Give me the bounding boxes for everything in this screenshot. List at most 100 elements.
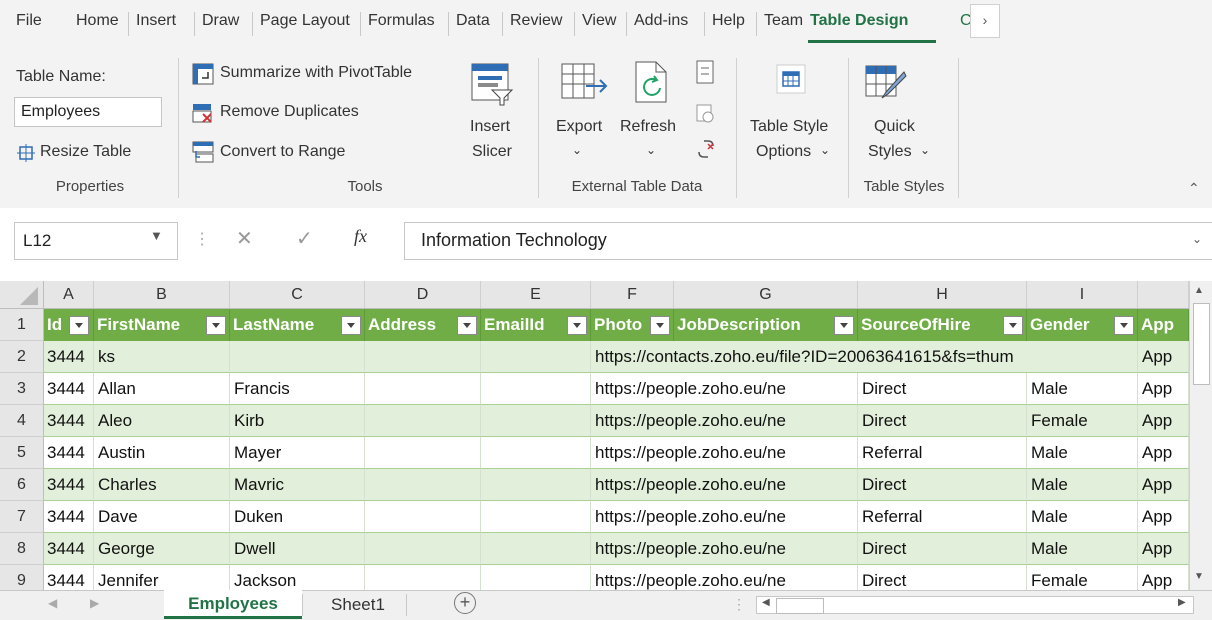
column-header-c[interactable]: C	[230, 281, 365, 309]
tab-team[interactable]: Team	[764, 12, 803, 30]
cell-id[interactable]: 3444	[44, 469, 94, 501]
cell-firstname[interactable]: George	[94, 533, 230, 565]
table-header-address[interactable]: Address	[365, 309, 481, 341]
table-header-firstname[interactable]: FirstName	[94, 309, 230, 341]
tab-home[interactable]: Home	[76, 12, 119, 30]
quick-styles-label-1[interactable]: Quick	[874, 118, 915, 136]
cell-lastname[interactable]: Duken	[230, 501, 365, 533]
cell-gender[interactable]: Male	[1027, 437, 1138, 469]
column-header-a[interactable]: A	[44, 281, 94, 309]
column-header-b[interactable]: B	[94, 281, 230, 309]
tab-insert[interactable]: Insert	[136, 12, 176, 30]
cell-app[interactable]: App	[1138, 341, 1189, 373]
cell-address[interactable]	[365, 533, 481, 565]
tab-file[interactable]: File	[16, 12, 42, 30]
cell-sourceofhire[interactable]: Direct	[858, 533, 1027, 565]
cell-emailid[interactable]	[481, 341, 591, 373]
next-sheet-icon[interactable]: ▶	[90, 596, 99, 610]
expand-formula-bar-icon[interactable]: ⌄	[1192, 232, 1202, 246]
table-style-options-label-2[interactable]: Options	[756, 143, 811, 161]
name-box-dropdown-icon[interactable]: ▼	[150, 228, 163, 243]
cell-lastname[interactable]	[230, 341, 365, 373]
cell-address[interactable]	[365, 341, 481, 373]
tab-page-layout[interactable]: Page Layout	[260, 12, 350, 30]
cell-emailid[interactable]	[481, 437, 591, 469]
table-header-sourceofhire[interactable]: SourceOfHire	[858, 309, 1027, 341]
summarize-pivottable-button[interactable]: Summarize with PivotTable	[220, 64, 412, 82]
cell-address[interactable]	[365, 373, 481, 405]
cell-lastname[interactable]: Mavric	[230, 469, 365, 501]
enter-formula-icon[interactable]: ✓	[296, 226, 313, 251]
cell-address[interactable]	[365, 405, 481, 437]
filter-dropdown-icon[interactable]	[1003, 316, 1023, 335]
cell-emailid[interactable]	[481, 533, 591, 565]
scroll-up-icon[interactable]: ▲	[1194, 285, 1204, 296]
scroll-down-icon[interactable]: ▼	[1194, 571, 1204, 582]
filter-dropdown-icon[interactable]	[457, 316, 477, 335]
column-header-g[interactable]: G	[674, 281, 858, 309]
cell-photo[interactable]: https://contacts.zoho.eu/file?ID=2006364…	[591, 341, 1138, 373]
export-chevron-icon[interactable]: ⌄	[572, 143, 582, 157]
cell-emailid[interactable]	[481, 469, 591, 501]
cell-gender[interactable]: Male	[1027, 469, 1138, 501]
row-header-3[interactable]: 3	[0, 373, 44, 405]
cell-photo[interactable]: https://people.zoho.eu/ne	[591, 373, 858, 405]
vertical-scroll-thumb[interactable]	[1193, 303, 1210, 385]
tab-add-ins[interactable]: Add-ins	[634, 12, 688, 30]
cell-lastname[interactable]: Kirb	[230, 405, 365, 437]
tab-scroll-right-icon[interactable]: ›	[970, 4, 1000, 38]
cell-photo[interactable]: https://people.zoho.eu/ne	[591, 469, 858, 501]
previous-sheet-icon[interactable]: ◀	[48, 596, 57, 610]
splitter-grip-icon[interactable]: ⋮	[732, 596, 746, 613]
cell-lastname[interactable]: Dwell	[230, 533, 365, 565]
open-in-browser-icon[interactable]	[696, 104, 714, 129]
cell-id[interactable]: 3444	[44, 405, 94, 437]
table-header-lastname[interactable]: LastName	[230, 309, 365, 341]
column-header-j[interactable]	[1138, 281, 1189, 309]
cell-firstname[interactable]: Austin	[94, 437, 230, 469]
cell-lastname[interactable]: Mayer	[230, 437, 365, 469]
cell-app[interactable]: App	[1138, 373, 1189, 405]
remove-duplicates-button[interactable]: Remove Duplicates	[220, 103, 359, 121]
cell-id[interactable]: 3444	[44, 373, 94, 405]
cell-app[interactable]: App	[1138, 501, 1189, 533]
insert-function-icon[interactable]: fx	[354, 226, 367, 247]
filter-dropdown-icon[interactable]	[567, 316, 587, 335]
cell-app[interactable]: App	[1138, 405, 1189, 437]
table-header-photo[interactable]: Photo	[591, 309, 674, 341]
row-header-7[interactable]: 7	[0, 501, 44, 533]
table-header-gender[interactable]: Gender	[1027, 309, 1138, 341]
row-header-2[interactable]: 2	[0, 341, 44, 373]
column-header-h[interactable]: H	[858, 281, 1027, 309]
cell-id[interactable]: 3444	[44, 533, 94, 565]
tab-formulas[interactable]: Formulas	[368, 12, 435, 30]
table-style-options-chevron-icon[interactable]: ⌄	[820, 143, 830, 157]
cell-id[interactable]: 3444	[44, 341, 94, 373]
convert-to-range-button[interactable]: Convert to Range	[220, 143, 345, 161]
table-header-id[interactable]: Id	[44, 309, 94, 341]
cell-app[interactable]: App	[1138, 437, 1189, 469]
tab-data[interactable]: Data	[456, 12, 490, 30]
filter-dropdown-icon[interactable]	[206, 316, 226, 335]
cell-photo[interactable]: https://people.zoho.eu/ne	[591, 405, 858, 437]
cell-app[interactable]: App	[1138, 469, 1189, 501]
insert-slicer-label-1[interactable]: Insert	[470, 118, 510, 136]
collapse-ribbon-icon[interactable]: ⌃	[1188, 180, 1200, 197]
cell-sourceofhire[interactable]: Direct	[858, 405, 1027, 437]
tab-draw[interactable]: Draw	[202, 12, 239, 30]
cell-sourceofhire[interactable]: Referral	[858, 501, 1027, 533]
quick-styles-chevron-icon[interactable]: ⌄	[920, 143, 930, 157]
resize-table-button[interactable]: Resize Table	[40, 143, 131, 161]
table-header-emailid[interactable]: EmailId	[481, 309, 591, 341]
cell-sourceofhire[interactable]: Referral	[858, 437, 1027, 469]
cell-id[interactable]: 3444	[44, 437, 94, 469]
cancel-formula-icon[interactable]: ✕	[236, 226, 253, 251]
refresh-chevron-icon[interactable]: ⌄	[646, 143, 656, 157]
cell-firstname[interactable]: Aleo	[94, 405, 230, 437]
cell-id[interactable]: 3444	[44, 501, 94, 533]
scroll-right-icon[interactable]: ▶	[1178, 597, 1186, 608]
export-button[interactable]: Export	[556, 118, 602, 136]
column-header-f[interactable]: F	[591, 281, 674, 309]
cell-gender[interactable]: Male	[1027, 533, 1138, 565]
column-header-i[interactable]: I	[1027, 281, 1138, 309]
